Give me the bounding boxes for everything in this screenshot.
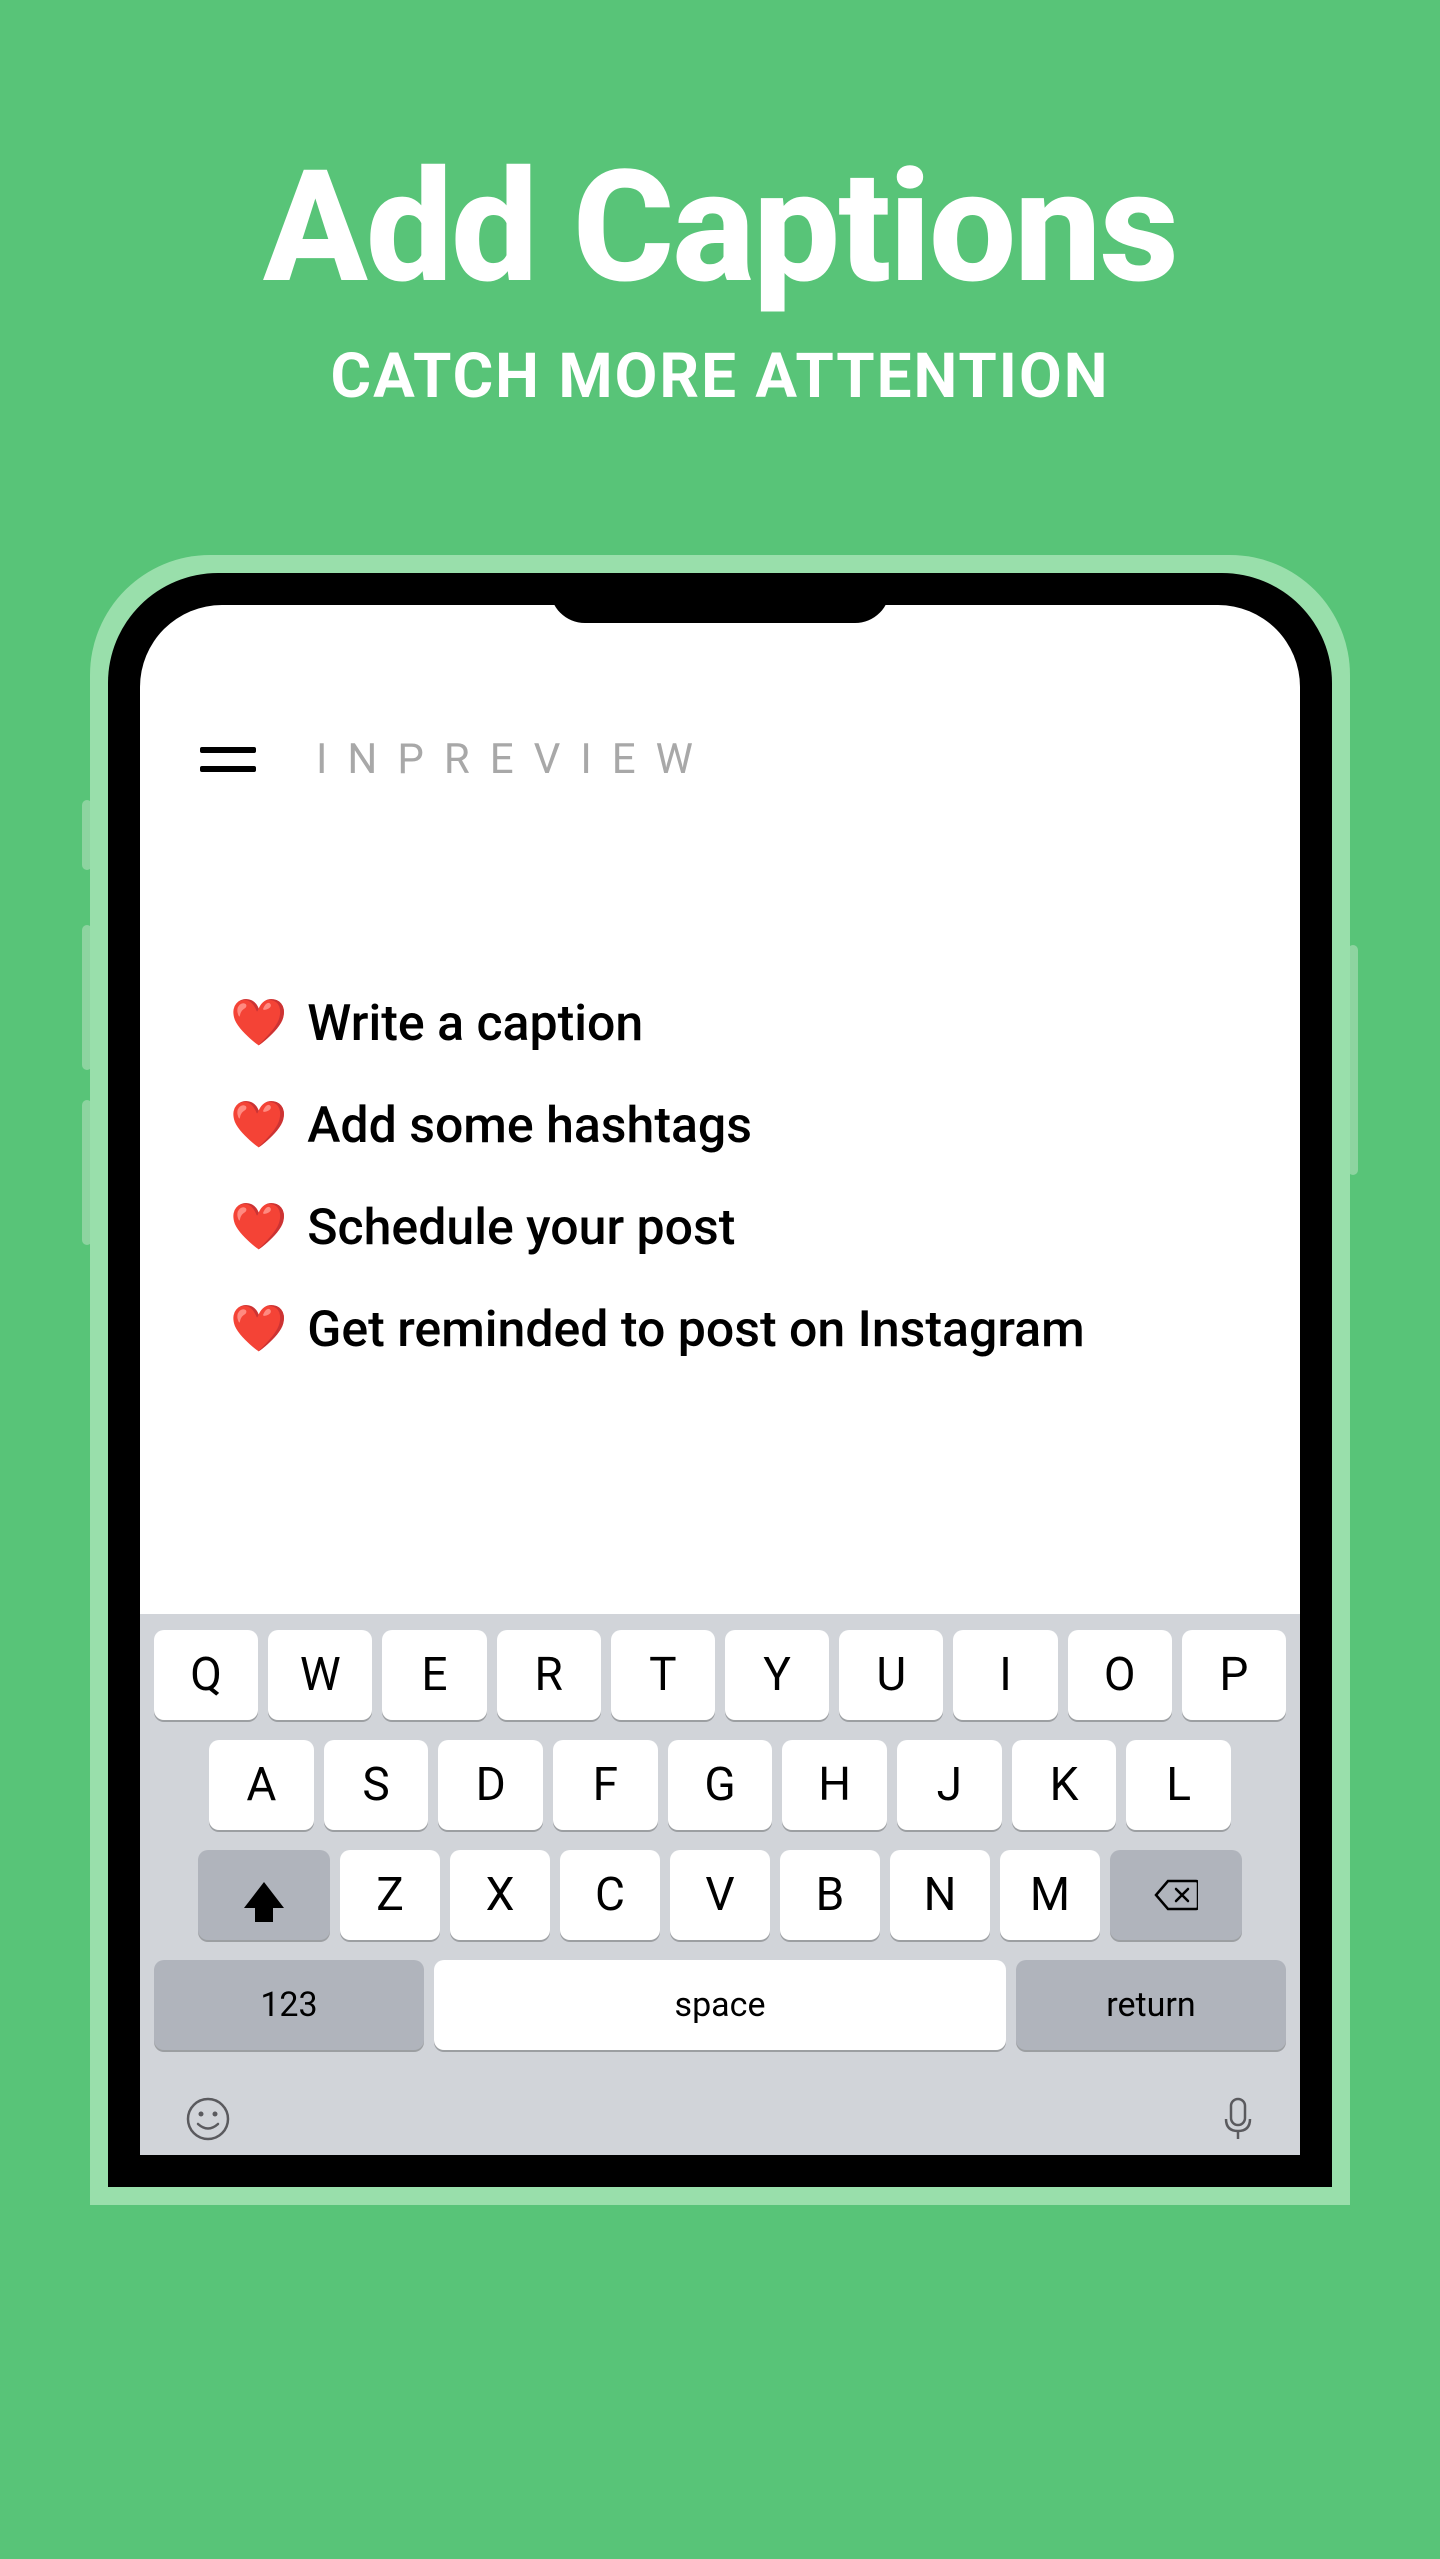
caption-editor[interactable]: ❤️ Write a caption ❤️ Add some hashtags …	[140, 784, 1300, 1614]
hero-title: Add Captions	[0, 150, 1440, 305]
key-i[interactable]: I	[953, 1630, 1057, 1720]
key-w[interactable]: W	[268, 1630, 372, 1720]
shift-arrow-icon	[244, 1882, 284, 1908]
key-g[interactable]: G	[668, 1740, 773, 1830]
heart-icon: ❤️	[230, 1200, 287, 1255]
key-m[interactable]: M	[1000, 1850, 1100, 1940]
key-numbers[interactable]: 123	[154, 1960, 424, 2050]
key-f[interactable]: F	[553, 1740, 658, 1830]
phone-screen: INPREVIEW ❤️ Write a caption ❤️ Add some…	[140, 605, 1300, 2155]
key-o[interactable]: O	[1068, 1630, 1172, 1720]
key-b[interactable]: B	[780, 1850, 880, 1940]
key-n[interactable]: N	[890, 1850, 990, 1940]
key-z[interactable]: Z	[340, 1850, 440, 1940]
hamburger-menu-icon[interactable]	[200, 747, 256, 772]
key-space[interactable]: space	[434, 1960, 1006, 2050]
key-return[interactable]: return	[1016, 1960, 1286, 2050]
key-d[interactable]: D	[438, 1740, 543, 1830]
phone-side-button	[82, 925, 92, 1070]
key-r[interactable]: R	[497, 1630, 601, 1720]
key-u[interactable]: U	[839, 1630, 943, 1720]
caption-line: ❤️ Get reminded to post on Instagram	[230, 1300, 1210, 1360]
key-x[interactable]: X	[450, 1850, 550, 1940]
hero-subtitle: CATCH MORE ATTENTION	[0, 340, 1440, 413]
key-k[interactable]: K	[1012, 1740, 1117, 1830]
app-header: INPREVIEW	[140, 605, 1300, 784]
key-shift[interactable]	[198, 1850, 330, 1940]
caption-text: Write a caption	[307, 994, 643, 1054]
key-j[interactable]: J	[897, 1740, 1002, 1830]
key-s[interactable]: S	[324, 1740, 429, 1830]
backspace-icon	[1154, 1879, 1198, 1911]
key-p[interactable]: P	[1182, 1630, 1286, 1720]
key-l[interactable]: L	[1126, 1740, 1231, 1830]
key-q[interactable]: Q	[154, 1630, 258, 1720]
hero-section: Add Captions CATCH MORE ATTENTION	[0, 0, 1440, 413]
phone-mockup: INPREVIEW ❤️ Write a caption ❤️ Add some…	[90, 555, 1350, 2205]
heart-icon: ❤️	[230, 1302, 287, 1357]
keyboard: Q W E R T Y U I O P A S D	[140, 1614, 1300, 2155]
app-logo: INPREVIEW	[316, 735, 713, 784]
caption-line: ❤️ Write a caption	[230, 994, 1210, 1054]
key-a[interactable]: A	[209, 1740, 314, 1830]
caption-text: Schedule your post	[307, 1198, 735, 1258]
key-y[interactable]: Y	[725, 1630, 829, 1720]
caption-text: Get reminded to post on Instagram	[307, 1300, 1084, 1360]
heart-icon: ❤️	[230, 996, 287, 1051]
caption-line: ❤️ Add some hashtags	[230, 1096, 1210, 1156]
caption-line: ❤️ Schedule your post	[230, 1198, 1210, 1258]
key-e[interactable]: E	[382, 1630, 486, 1720]
key-c[interactable]: C	[560, 1850, 660, 1940]
microphone-icon[interactable]	[1220, 2095, 1256, 2155]
emoji-icon[interactable]	[184, 2095, 232, 2155]
key-t[interactable]: T	[611, 1630, 715, 1720]
caption-text: Add some hashtags	[307, 1096, 752, 1156]
key-v[interactable]: V	[670, 1850, 770, 1940]
phone-side-button	[82, 1100, 92, 1245]
heart-icon: ❤️	[230, 1098, 287, 1153]
phone-side-button	[1348, 945, 1358, 1175]
phone-notch	[550, 573, 890, 623]
key-h[interactable]: H	[782, 1740, 887, 1830]
key-backspace[interactable]	[1110, 1850, 1242, 1940]
phone-side-button	[82, 800, 92, 870]
